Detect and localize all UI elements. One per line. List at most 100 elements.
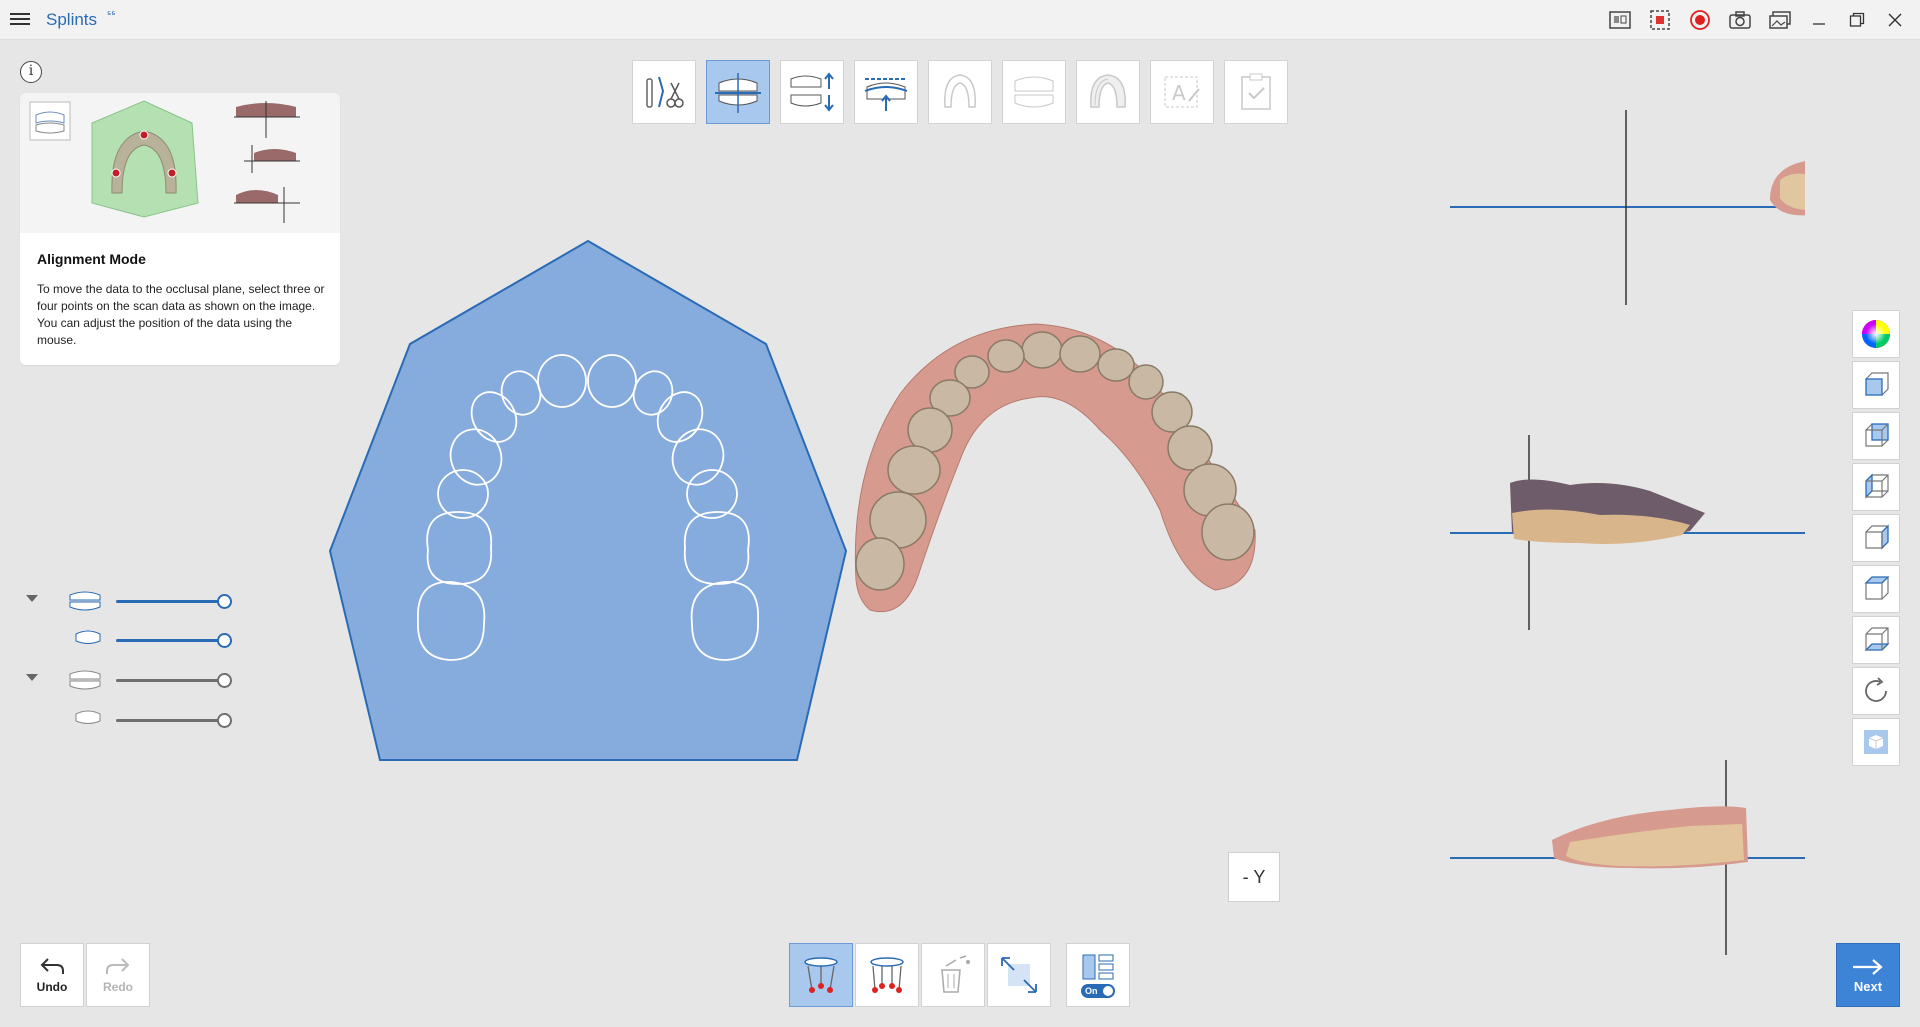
cube-back-icon: [1865, 423, 1889, 447]
text-label-icon: A: [1164, 76, 1200, 108]
left-view-button[interactable]: [1852, 463, 1900, 511]
upper-jaw-scan-icon[interactable]: [74, 628, 108, 652]
split-panel-icon: [1082, 954, 1114, 979]
text-label-step-button[interactable]: A: [1150, 60, 1214, 124]
view-axis-label: - Y: [1228, 852, 1280, 902]
upper-jaw-group-icon[interactable]: [68, 589, 102, 613]
capture-region-icon[interactable]: [1646, 6, 1674, 34]
alignment-step-button[interactable]: [706, 60, 770, 124]
close-icon[interactable]: [1876, 6, 1914, 34]
clear-points-button[interactable]: [921, 943, 985, 1007]
occlusal-plane-guide[interactable]: [328, 240, 848, 764]
redo-label: Redo: [103, 980, 133, 994]
three-point-align-button[interactable]: [789, 943, 853, 1007]
right-view-button[interactable]: [1852, 514, 1900, 562]
lower-jaw-scan-icon[interactable]: [74, 708, 108, 732]
visibility-row-lower-scan: [24, 708, 244, 732]
cube-bottom-icon: [1864, 627, 1890, 651]
reset-view-button[interactable]: [1852, 667, 1900, 715]
upper-group-opacity-thumb[interactable]: [217, 594, 232, 609]
top-view-button[interactable]: [1852, 565, 1900, 613]
cube-left-icon: [1865, 473, 1889, 499]
top-mini-view: [1450, 110, 1805, 305]
gallery-icon[interactable]: [1766, 6, 1794, 34]
camera-icon[interactable]: [1726, 6, 1754, 34]
splint-design-icon: [1090, 74, 1126, 108]
undo-icon: [40, 958, 64, 974]
collapse-caret-icon[interactable]: [26, 595, 38, 602]
trim-tools-icon: [646, 76, 684, 108]
visibility-row-lower-group: [24, 668, 244, 692]
titlebar-controls: [1600, 6, 1914, 34]
next-button[interactable]: Next: [1836, 943, 1900, 1007]
redo-icon: [106, 958, 130, 974]
info-icon[interactable]: i: [20, 61, 42, 83]
trash-points-icon: [941, 955, 970, 993]
splint-outline-icon: [944, 74, 976, 108]
visibility-row-upper-scan: [24, 628, 244, 652]
splint-thickness-icon: [1014, 76, 1054, 108]
record-icon[interactable]: [1686, 6, 1714, 34]
cube-right-icon: [1865, 524, 1889, 550]
alignment-guide-illustration: [20, 93, 340, 233]
side-view-thumbnail-bottom: [234, 187, 300, 223]
bite-adjust-step-button[interactable]: [780, 60, 844, 124]
front-view-button[interactable]: [1852, 361, 1900, 409]
side-view-thumbnail-mid: [244, 145, 300, 173]
upper-group-opacity-track[interactable]: [116, 600, 224, 603]
three-point-align-icon: [804, 957, 838, 993]
lower-group-opacity-thumb[interactable]: [217, 673, 232, 688]
bottom-view-button[interactable]: [1852, 616, 1900, 664]
solid-view-button[interactable]: [1852, 718, 1900, 766]
front-mini-view: [1450, 760, 1805, 955]
prepare-tools-step-button[interactable]: [632, 60, 696, 124]
lower-group-opacity-track[interactable]: [116, 679, 224, 682]
hamburger-menu-icon[interactable]: [10, 10, 30, 30]
back-view-button[interactable]: [1852, 412, 1900, 460]
finish-step-button[interactable]: [1224, 60, 1288, 124]
restore-icon[interactable]: [1838, 6, 1876, 34]
four-point-align-icon: [870, 957, 904, 993]
next-label: Next: [1853, 978, 1883, 994]
alignment-info-panel: Alignment Mode To move the data to the o…: [20, 93, 340, 365]
title-bar: Splints ⁵⁵: [0, 0, 1920, 40]
cube-front-icon: [1865, 372, 1889, 396]
color-wheel-button[interactable]: [1852, 310, 1900, 358]
lower-scan-opacity-track[interactable]: [116, 719, 224, 722]
arrow-right-icon: [1853, 958, 1883, 975]
clipboard-check-icon: [1241, 73, 1271, 110]
panel-toggle-switch[interactable]: On: [1081, 983, 1115, 998]
visibility-row-upper-group: [24, 589, 244, 613]
splint-thickness-step-button[interactable]: [1002, 60, 1066, 124]
upper-scan-opacity-track[interactable]: [116, 639, 224, 642]
splint-outline-step-button[interactable]: [928, 60, 992, 124]
color-wheel-icon: [1862, 320, 1890, 348]
undo-label: Undo: [36, 980, 68, 994]
fit-screen-icon: [1001, 957, 1037, 993]
bite-adjust-icon: [790, 72, 834, 112]
upper-scan-opacity-thumb[interactable]: [217, 633, 232, 648]
app-title: Splints: [46, 10, 98, 29]
alignment-mode-description: To move the data to the occlusal plane, …: [37, 282, 325, 347]
svg-text:A: A: [1172, 81, 1186, 105]
minimize-icon[interactable]: [1800, 6, 1838, 34]
fit-to-screen-button[interactable]: [987, 943, 1051, 1007]
upper-jaw-scan-model[interactable]: [850, 320, 1262, 620]
alignment-icon: [715, 73, 761, 113]
cube-top-icon: [1864, 576, 1890, 600]
rotate-reset-icon: [1865, 677, 1887, 702]
app-badge: ⁵⁵: [107, 9, 116, 19]
lower-scan-opacity-thumb[interactable]: [217, 713, 232, 728]
redo-button[interactable]: Redo: [86, 943, 150, 1007]
undo-button[interactable]: Undo: [20, 943, 84, 1007]
lower-jaw-group-icon[interactable]: [68, 668, 102, 692]
four-point-align-button[interactable]: [855, 943, 919, 1007]
collapse-caret-icon[interactable]: [26, 674, 38, 681]
alignment-mode-title: Alignment Mode: [37, 251, 146, 267]
splint-design-step-button[interactable]: [1076, 60, 1140, 124]
insertion-direction-step-button[interactable]: [854, 60, 918, 124]
splints-report-icon[interactable]: [1606, 6, 1634, 34]
side-view-thumbnail-top: [234, 101, 300, 138]
panel-toggle-button[interactable]: On: [1066, 943, 1130, 1007]
solid-cube-icon: [1864, 730, 1888, 754]
